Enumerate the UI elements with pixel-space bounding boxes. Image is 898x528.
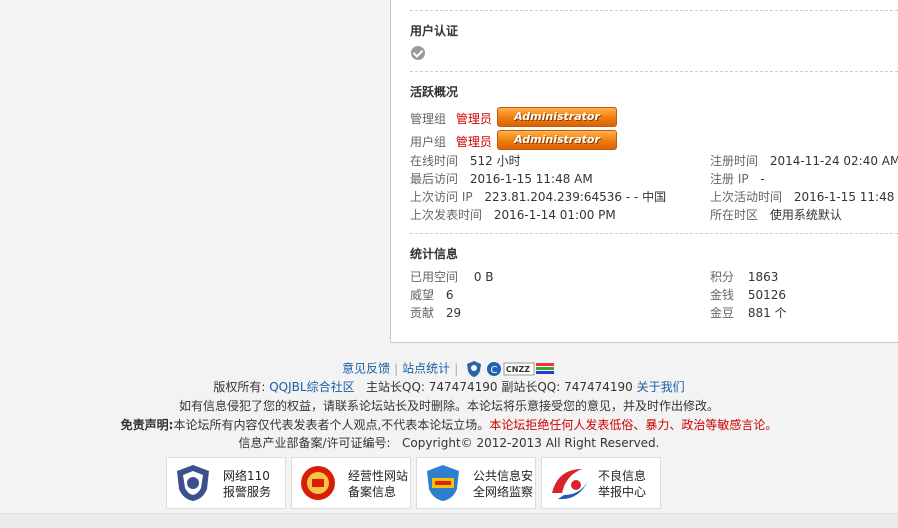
contribution-label: 贡献 <box>410 306 435 320</box>
vice-owner-qq: 副站长QQ: 747474190 <box>501 380 633 394</box>
site-stats-link[interactable]: 站点统计 <box>402 362 450 376</box>
online-time-label: 在线时间 <box>410 154 459 168</box>
register-ip-row: 注册 IP - <box>710 171 765 187</box>
disclaimer-warning: 本论坛拒绝任何人发表低俗、暴力、政治等敏感言论。 <box>489 418 778 432</box>
space-label: 已用空间 <box>410 270 459 284</box>
money-row: 金钱 50126 <box>710 287 786 303</box>
security-watch-line2: 全网络监察 <box>473 485 534 499</box>
verified-icon[interactable] <box>411 46 425 60</box>
divider <box>410 233 898 234</box>
user-group-label: 用户组 <box>410 135 447 149</box>
user-group-link[interactable]: 管理员 <box>456 135 492 149</box>
report-center-line1: 不良信息 <box>598 469 647 483</box>
site-name-link[interactable]: QQJBL综合社区 <box>269 380 354 394</box>
register-ip-label: 注册 IP <box>710 172 749 186</box>
timezone-row: 所在时区 使用系统默认 <box>710 207 842 223</box>
last-ip-value: 223.81.204.239:64536 - - 中国 <box>484 190 667 204</box>
icp-label: 信息产业部备案/许可证编号: <box>238 436 391 450</box>
report-center-badge[interactable]: 不良信息 举报中心 <box>541 457 661 509</box>
divider <box>410 10 898 11</box>
security-shield-icon <box>427 465 459 501</box>
commercial-site-line2: 备案信息 <box>348 485 397 499</box>
last-visit-row: 最后访问 2016-1-15 11:48 AM <box>410 171 593 187</box>
timezone-label: 所在时区 <box>710 208 759 222</box>
about-link[interactable]: 关于我们 <box>637 380 685 394</box>
police-110-badge[interactable]: 网络110 报警服务 <box>166 457 286 509</box>
commercial-site-badge[interactable]: 经营性网站 备案信息 <box>291 457 411 509</box>
police-shield-icon[interactable] <box>466 360 482 378</box>
space-row: 已用空间 0 B <box>410 269 494 285</box>
register-time-row: 注册时间 2014-11-24 02:40 AM <box>710 153 898 169</box>
disclaimer-label: 免责声明: <box>120 418 174 432</box>
credits-row: 积分 1863 <box>710 269 778 285</box>
commercial-site-line1: 经营性网站 <box>348 469 409 483</box>
online-time-row: 在线时间 512 小时 <box>410 153 521 169</box>
last-visit-value: 2016-1-15 11:48 AM <box>469 172 593 186</box>
beans-row: 金豆 881 个 <box>710 305 787 321</box>
feedback-link[interactable]: 意见反馈 <box>342 362 390 376</box>
last-post-row: 上次发表时间 2016-1-14 01:00 PM <box>410 207 616 223</box>
notice-line: 如有信息侵犯了您的权益，请联系论坛站长及时删除。本论坛将乐意接受您的意见，并及时… <box>178 399 719 413</box>
credits-label: 积分 <box>710 270 735 284</box>
beans-label: 金豆 <box>710 306 735 320</box>
last-active-label: 上次活动时间 <box>710 190 783 204</box>
contribution-value: 29 <box>445 306 462 320</box>
activity-section-title: 活跃概况 <box>410 85 459 99</box>
report-center-line2: 举报中心 <box>598 485 647 499</box>
contribution-row: 贡献 29 <box>410 305 461 321</box>
police-110-icon <box>177 465 209 501</box>
last-post-value: 2016-1-14 01:00 PM <box>493 208 616 222</box>
user-badge: Administrator <box>497 130 617 150</box>
last-ip-row: 上次访问 IP 223.81.204.239:64536 - - 中国 <box>410 189 666 205</box>
copyright-prefix: 版权所有: <box>213 380 266 394</box>
icp-line: 信息产业部备案/许可证编号: Copyright© 2012-2013 All … <box>0 435 898 451</box>
auth-section-title: 用户认证 <box>410 24 459 38</box>
cnzz-label: CNZZ <box>505 365 531 374</box>
police-110-line2: 报警服务 <box>223 485 272 499</box>
admin-group-label: 管理组 <box>410 112 447 126</box>
disclaimer-text: 本论坛所有内容仅代表发表者个人观点,不代表本论坛立场。 <box>173 418 490 432</box>
cnzz-stats-icon[interactable]: C CNZZ <box>486 360 556 378</box>
police-110-line1: 网络110 <box>223 469 270 483</box>
user-group-row: 用户组 管理员 <box>410 134 492 150</box>
admin-group-row: 管理组 管理员 <box>410 111 492 127</box>
register-time-label: 注册时间 <box>710 154 759 168</box>
money-value: 50126 <box>747 288 787 302</box>
admin-group-link[interactable]: 管理员 <box>456 112 492 126</box>
timezone-value: 使用系统默认 <box>769 208 842 222</box>
svg-text:C: C <box>490 365 497 376</box>
disclaimer-line: 免责声明:本论坛所有内容仅代表发表者个人观点,不代表本论坛立场。本论坛拒绝任何人… <box>0 417 898 433</box>
stats-section-title: 统计信息 <box>410 247 459 261</box>
red-emblem-icon <box>301 466 335 500</box>
register-ip-value: - <box>760 172 765 186</box>
footer-links: 意见反馈 | 站点统计 | C CNZZ <box>0 360 898 378</box>
credits-value: 1863 <box>747 270 779 284</box>
prestige-label: 威望 <box>410 288 435 302</box>
security-watch-line1: 公共信息安 <box>473 469 534 483</box>
security-watch-badge[interactable]: 公共信息安全网络监察 <box>416 457 536 509</box>
last-active-row: 上次活动时间 2016-1-15 11:48 AM <box>710 189 898 205</box>
prestige-row: 威望 6 <box>410 287 453 303</box>
last-visit-label: 最后访问 <box>410 172 459 186</box>
prestige-value: 6 <box>445 288 454 302</box>
last-post-label: 上次发表时间 <box>410 208 483 222</box>
register-time-value: 2014-11-24 02:40 AM <box>769 154 898 168</box>
online-time-value: 512 小时 <box>469 154 521 168</box>
owner-qq: 主站长QQ: 747474190 <box>366 380 498 394</box>
copyright-line: 版权所有: QQJBL综合社区 主站长QQ: 747474190 副站长QQ: … <box>0 379 898 395</box>
space-value: 0 B <box>473 270 494 284</box>
last-active-value: 2016-1-15 11:48 AM <box>793 190 898 204</box>
divider <box>410 71 898 72</box>
last-ip-label: 上次访问 IP <box>410 190 473 204</box>
bottom-bar <box>0 513 898 528</box>
icp-copyright: Copyright© 2012-2013 All Right Reserved. <box>402 436 660 450</box>
report-center-icon <box>552 469 588 500</box>
beans-value: 881 个 <box>747 306 787 320</box>
money-label: 金钱 <box>710 288 735 302</box>
admin-badge: Administrator <box>497 107 617 127</box>
